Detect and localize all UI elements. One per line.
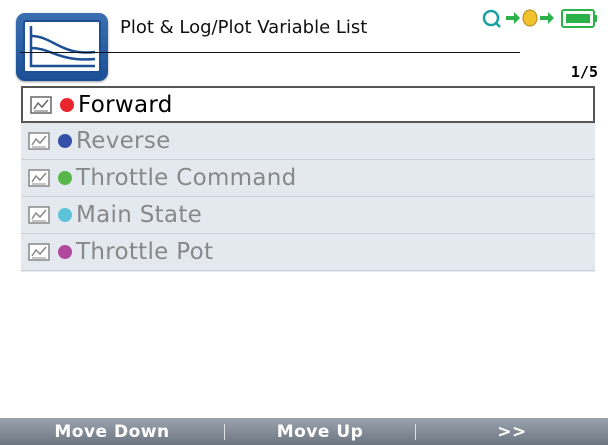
series-color-dot <box>58 208 72 222</box>
list-item-forward[interactable]: Forward <box>21 86 595 123</box>
variable-list: Forward Reverse Throttle Command Main St… <box>21 86 595 272</box>
list-item-throttle-command[interactable]: Throttle Command <box>21 160 595 197</box>
plot-doc-icon <box>28 132 50 150</box>
plot-chart-icon <box>16 13 108 81</box>
more-button[interactable]: >> <box>416 422 608 442</box>
list-item-throttle-pot[interactable]: Throttle Pot <box>21 234 595 271</box>
variable-label: Reverse <box>76 128 171 154</box>
status-bar <box>480 6 600 32</box>
screen: Plot & Log/Plot Variable List 1/5 Forwar… <box>0 0 608 445</box>
variable-label: Main State <box>76 202 203 228</box>
list-item-reverse[interactable]: Reverse <box>21 123 595 160</box>
variable-label: Throttle Pot <box>76 239 214 265</box>
connection-icon <box>506 9 554 27</box>
plot-doc-icon <box>30 95 52 114</box>
list-item-main-state[interactable]: Main State <box>21 197 595 234</box>
title-divider <box>20 52 520 53</box>
variable-label: Forward <box>78 91 173 118</box>
move-down-button[interactable]: Move Down <box>0 422 224 442</box>
series-color-dot <box>60 97 74 112</box>
variable-label: Throttle Command <box>76 165 297 191</box>
page-indicator: 1/5 <box>570 63 598 81</box>
series-color-dot <box>58 245 72 259</box>
page-title: Plot & Log/Plot Variable List <box>120 17 368 38</box>
search-icon <box>482 9 501 28</box>
plot-doc-icon <box>28 243 50 261</box>
plot-doc-icon <box>28 206 50 224</box>
series-color-dot <box>58 171 72 185</box>
battery-icon <box>561 9 597 28</box>
move-up-button[interactable]: Move Up <box>225 422 415 442</box>
softkey-bar: Move Down Move Up >> <box>0 418 608 445</box>
series-color-dot <box>58 134 72 148</box>
plot-doc-icon <box>28 169 50 187</box>
